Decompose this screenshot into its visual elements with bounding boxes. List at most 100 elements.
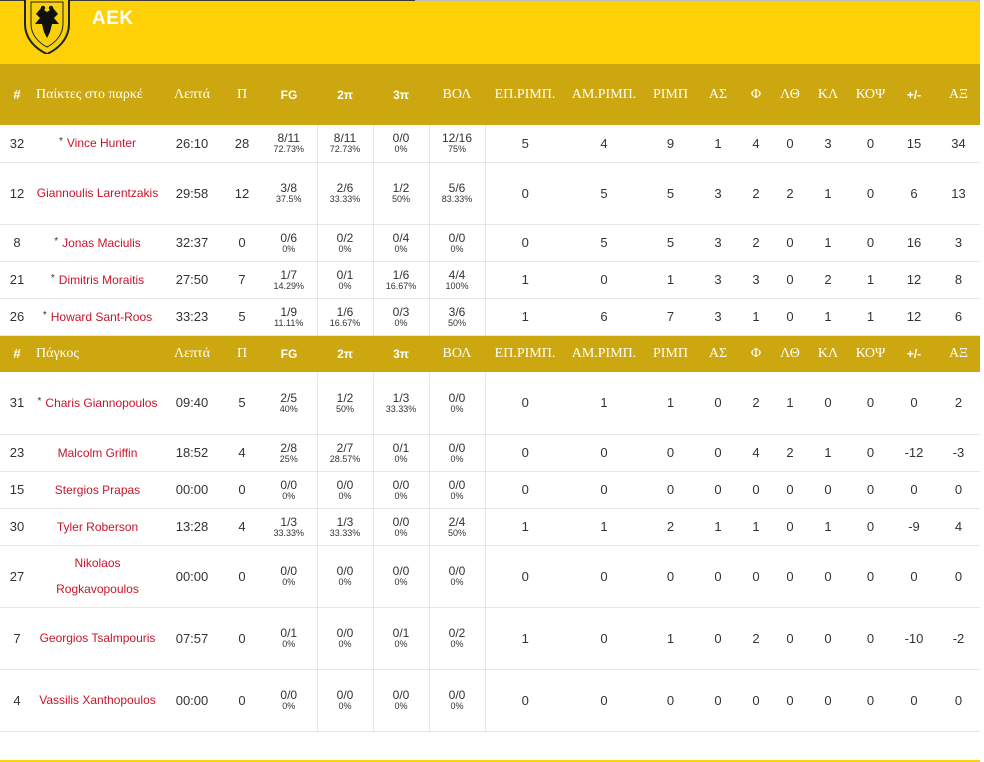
stat-p3: 0/4 0% — [373, 224, 430, 262]
stat-p3: 0/3 0% — [373, 298, 430, 336]
col-header-9[interactable]: ΑΣ — [698, 64, 738, 125]
stat-p2-made-attempted: 1/2 — [336, 390, 354, 405]
col-header-7[interactable]: ΑΜ.ΡΙΜΠ. — [565, 335, 643, 372]
stat-p3: 0/0 0% — [373, 545, 430, 608]
stat-p2-percentage: 50% — [335, 403, 354, 414]
col-header-13[interactable]: ΚΟΨ — [850, 335, 891, 372]
stat-fg: 1/7 14.29% — [261, 261, 318, 299]
stat-pm: 16 — [891, 224, 937, 262]
player-name-link[interactable]: Vince Hunter — [67, 136, 136, 150]
stat-p3-percentage: 0% — [394, 701, 408, 711]
stat-p3: 0/0 0% — [373, 125, 430, 163]
col-header-6[interactable]: ΕΠ.ΡΙΜΠ. — [485, 335, 565, 372]
stat-ast: 0 — [698, 669, 738, 732]
stat-stl: 0 — [806, 607, 850, 670]
stat-ft-percentage: 83.33% — [441, 194, 473, 204]
col-header-4[interactable]: 3π — [373, 335, 429, 372]
stat-eff: 4 — [937, 508, 980, 546]
stat-ast: 3 — [698, 162, 738, 225]
col-header-14[interactable]: +/- — [891, 335, 937, 372]
player-name-link[interactable]: Malcolm Griffin — [58, 446, 138, 460]
stat-pm: -10 — [891, 607, 937, 670]
col-header-8[interactable]: ΡΙΜΠ — [643, 335, 698, 372]
col-header-5[interactable]: ΒΟΛ — [429, 335, 485, 372]
team-logo-icon — [24, 0, 70, 54]
stat-p2-percentage: 72.73% — [329, 144, 361, 155]
stat-p2-made-attempted: 8/11 — [333, 131, 357, 146]
stat-dreb: 4 — [565, 125, 643, 163]
col-header-9[interactable]: ΑΣ — [698, 335, 738, 372]
stat-pf: 0 — [738, 471, 774, 509]
stat-blk: 1 — [850, 298, 891, 336]
stat-stl: 3 — [806, 125, 850, 163]
stat-blk: 0 — [850, 125, 891, 163]
stat-fg-percentage: 0% — [282, 490, 296, 501]
col-header-3[interactable]: 2π — [317, 335, 373, 372]
col-header-0[interactable]: Λεπτά — [161, 64, 223, 125]
stat-fg-made-attempted: 2/8 — [280, 440, 298, 455]
col-header-11[interactable]: ΛΘ — [774, 64, 806, 125]
col-header-1[interactable]: Π — [223, 335, 261, 372]
col-header-6[interactable]: ΕΠ.ΡΙΜΠ. — [485, 64, 565, 125]
jersey-number: 12 — [0, 162, 34, 225]
col-header-0[interactable]: Λεπτά — [161, 335, 223, 372]
stat-pf: 2 — [738, 607, 774, 670]
player-name-link[interactable]: Tyler Roberson — [57, 520, 138, 534]
stat-min: 33:23 — [161, 298, 223, 336]
stat-p2-made-attempted: 2/7 — [336, 440, 354, 455]
col-header-1[interactable]: Π — [223, 64, 261, 125]
stat-pts: 0 — [223, 545, 261, 608]
stat-eff: 3 — [937, 224, 980, 262]
col-header-2[interactable]: FG — [261, 335, 317, 372]
stat-ft-percentage: 0% — [450, 639, 464, 649]
player-name-link[interactable]: Charis Giannopoulos — [45, 396, 157, 410]
col-header-number[interactable]: # — [0, 335, 34, 372]
col-header-11[interactable]: ΛΘ — [774, 335, 806, 372]
stat-reb: 0 — [643, 545, 698, 608]
stat-fg-made-attempted: 3/8 — [280, 181, 298, 195]
jersey-number: 4 — [0, 669, 34, 732]
stat-blk: 0 — [850, 372, 891, 435]
stat-fg-percentage: 0% — [282, 701, 296, 711]
player-name-link[interactable]: Dimitris Moraitis — [59, 273, 144, 287]
player-name-link[interactable]: Howard Sant-Roos — [51, 310, 152, 324]
col-header-12[interactable]: ΚΛ — [806, 335, 850, 372]
col-header-2[interactable]: FG — [261, 64, 317, 125]
stat-fg-made-attempted: 0/6 — [280, 230, 298, 245]
stat-dreb: 1 — [565, 372, 643, 435]
col-header-3[interactable]: 2π — [317, 64, 373, 125]
player-name-link[interactable]: Giannoulis Larentzakis — [37, 186, 158, 200]
stat-fg-percentage: 37.5% — [275, 194, 302, 204]
player-name-link[interactable]: Jonas Maciulis — [62, 236, 141, 250]
stat-ft-percentage: 50% — [447, 527, 466, 538]
player-name-link[interactable]: Nikolaos Rogkavopoulos — [56, 556, 139, 596]
player-name-cell: Giannoulis Larentzakis — [34, 162, 161, 225]
stat-stl: 0 — [806, 545, 850, 608]
stat-p3: 0/1 0% — [373, 607, 430, 670]
player-name-link[interactable]: Stergios Prapas — [55, 483, 140, 497]
col-header-14[interactable]: +/- — [891, 64, 937, 125]
player-name-link[interactable]: Georgios Tsalmpouris — [40, 631, 156, 645]
stat-p2: 1/3 33.33% — [317, 508, 374, 546]
col-header-number[interactable]: # — [0, 64, 34, 125]
col-header-7[interactable]: ΑΜ.ΡΙΜΠ. — [565, 64, 643, 125]
col-header-15[interactable]: ΑΞ — [937, 335, 980, 372]
player-row: 26 * Howard Sant-Roos 33:23 5 1/9 11.11% 1/6 16.… — [0, 298, 980, 336]
stat-reb: 0 — [643, 434, 698, 472]
col-header-4[interactable]: 3π — [373, 64, 429, 125]
col-header-8[interactable]: ΡΙΜΠ — [643, 64, 698, 125]
team-name[interactable]: ΑΕΚ — [92, 8, 134, 30]
stat-p3-percentage: 0% — [394, 490, 408, 501]
stat-ft: 12/16 75% — [429, 125, 486, 163]
stat-p2-percentage: 33.33% — [329, 527, 361, 538]
stat-pm: 0 — [891, 372, 937, 435]
col-header-13[interactable]: ΚΟΨ — [850, 64, 891, 125]
col-header-10[interactable]: Φ — [738, 64, 774, 125]
stat-ft-made-attempted: 5/6 — [448, 181, 466, 195]
col-header-12[interactable]: ΚΛ — [806, 64, 850, 125]
col-header-10[interactable]: Φ — [738, 335, 774, 372]
stat-reb: 5 — [643, 162, 698, 225]
col-header-15[interactable]: ΑΞ — [937, 64, 980, 125]
col-header-5[interactable]: ΒΟΛ — [429, 64, 485, 125]
player-name-link[interactable]: Vassilis Xanthopoulos — [39, 693, 156, 707]
